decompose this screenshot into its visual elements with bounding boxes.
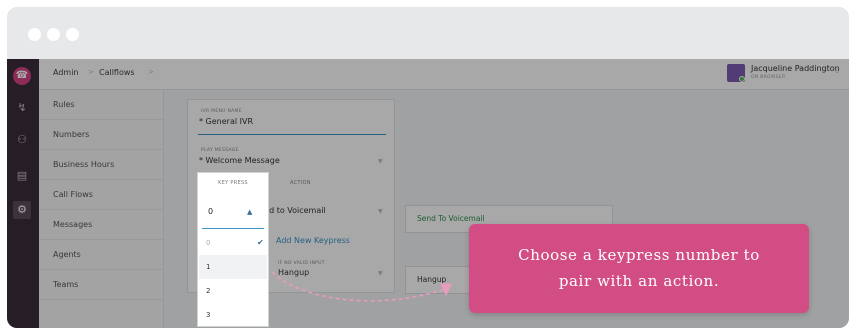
keypress-selected-value: 0 bbox=[208, 207, 214, 216]
option-label: 1 bbox=[206, 263, 211, 271]
tooltip-line-2: pair with an action. bbox=[558, 272, 720, 290]
option-label: 0 bbox=[206, 239, 211, 247]
window-close-dot[interactable] bbox=[28, 28, 41, 41]
browser-titlebar bbox=[7, 7, 849, 59]
tooltip-text: Choose a keypress number to pair with an… bbox=[489, 242, 789, 294]
check-icon: ✔ bbox=[257, 238, 264, 247]
keypress-select[interactable]: 0 ▲ bbox=[202, 197, 264, 229]
keypress-column-header: KEY PRESS bbox=[218, 180, 248, 186]
keypress-option-3[interactable]: 3 bbox=[199, 303, 267, 327]
keypress-option-1[interactable]: 1 bbox=[199, 255, 267, 279]
option-label: 2 bbox=[206, 287, 211, 295]
keypress-dropdown: KEY PRESS 0 ▲ 0 ✔ 1 2 3 bbox=[197, 172, 269, 327]
option-label: 3 bbox=[206, 311, 211, 319]
window-maximize-dot[interactable] bbox=[66, 28, 79, 41]
caret-up-icon[interactable]: ▲ bbox=[247, 208, 252, 216]
tooltip-line-1: Choose a keypress number to bbox=[518, 246, 760, 264]
keypress-option-2[interactable]: 2 bbox=[199, 279, 267, 303]
onboarding-tooltip: Choose a keypress number to pair with an… bbox=[469, 224, 809, 313]
window-minimize-dot[interactable] bbox=[47, 28, 60, 41]
